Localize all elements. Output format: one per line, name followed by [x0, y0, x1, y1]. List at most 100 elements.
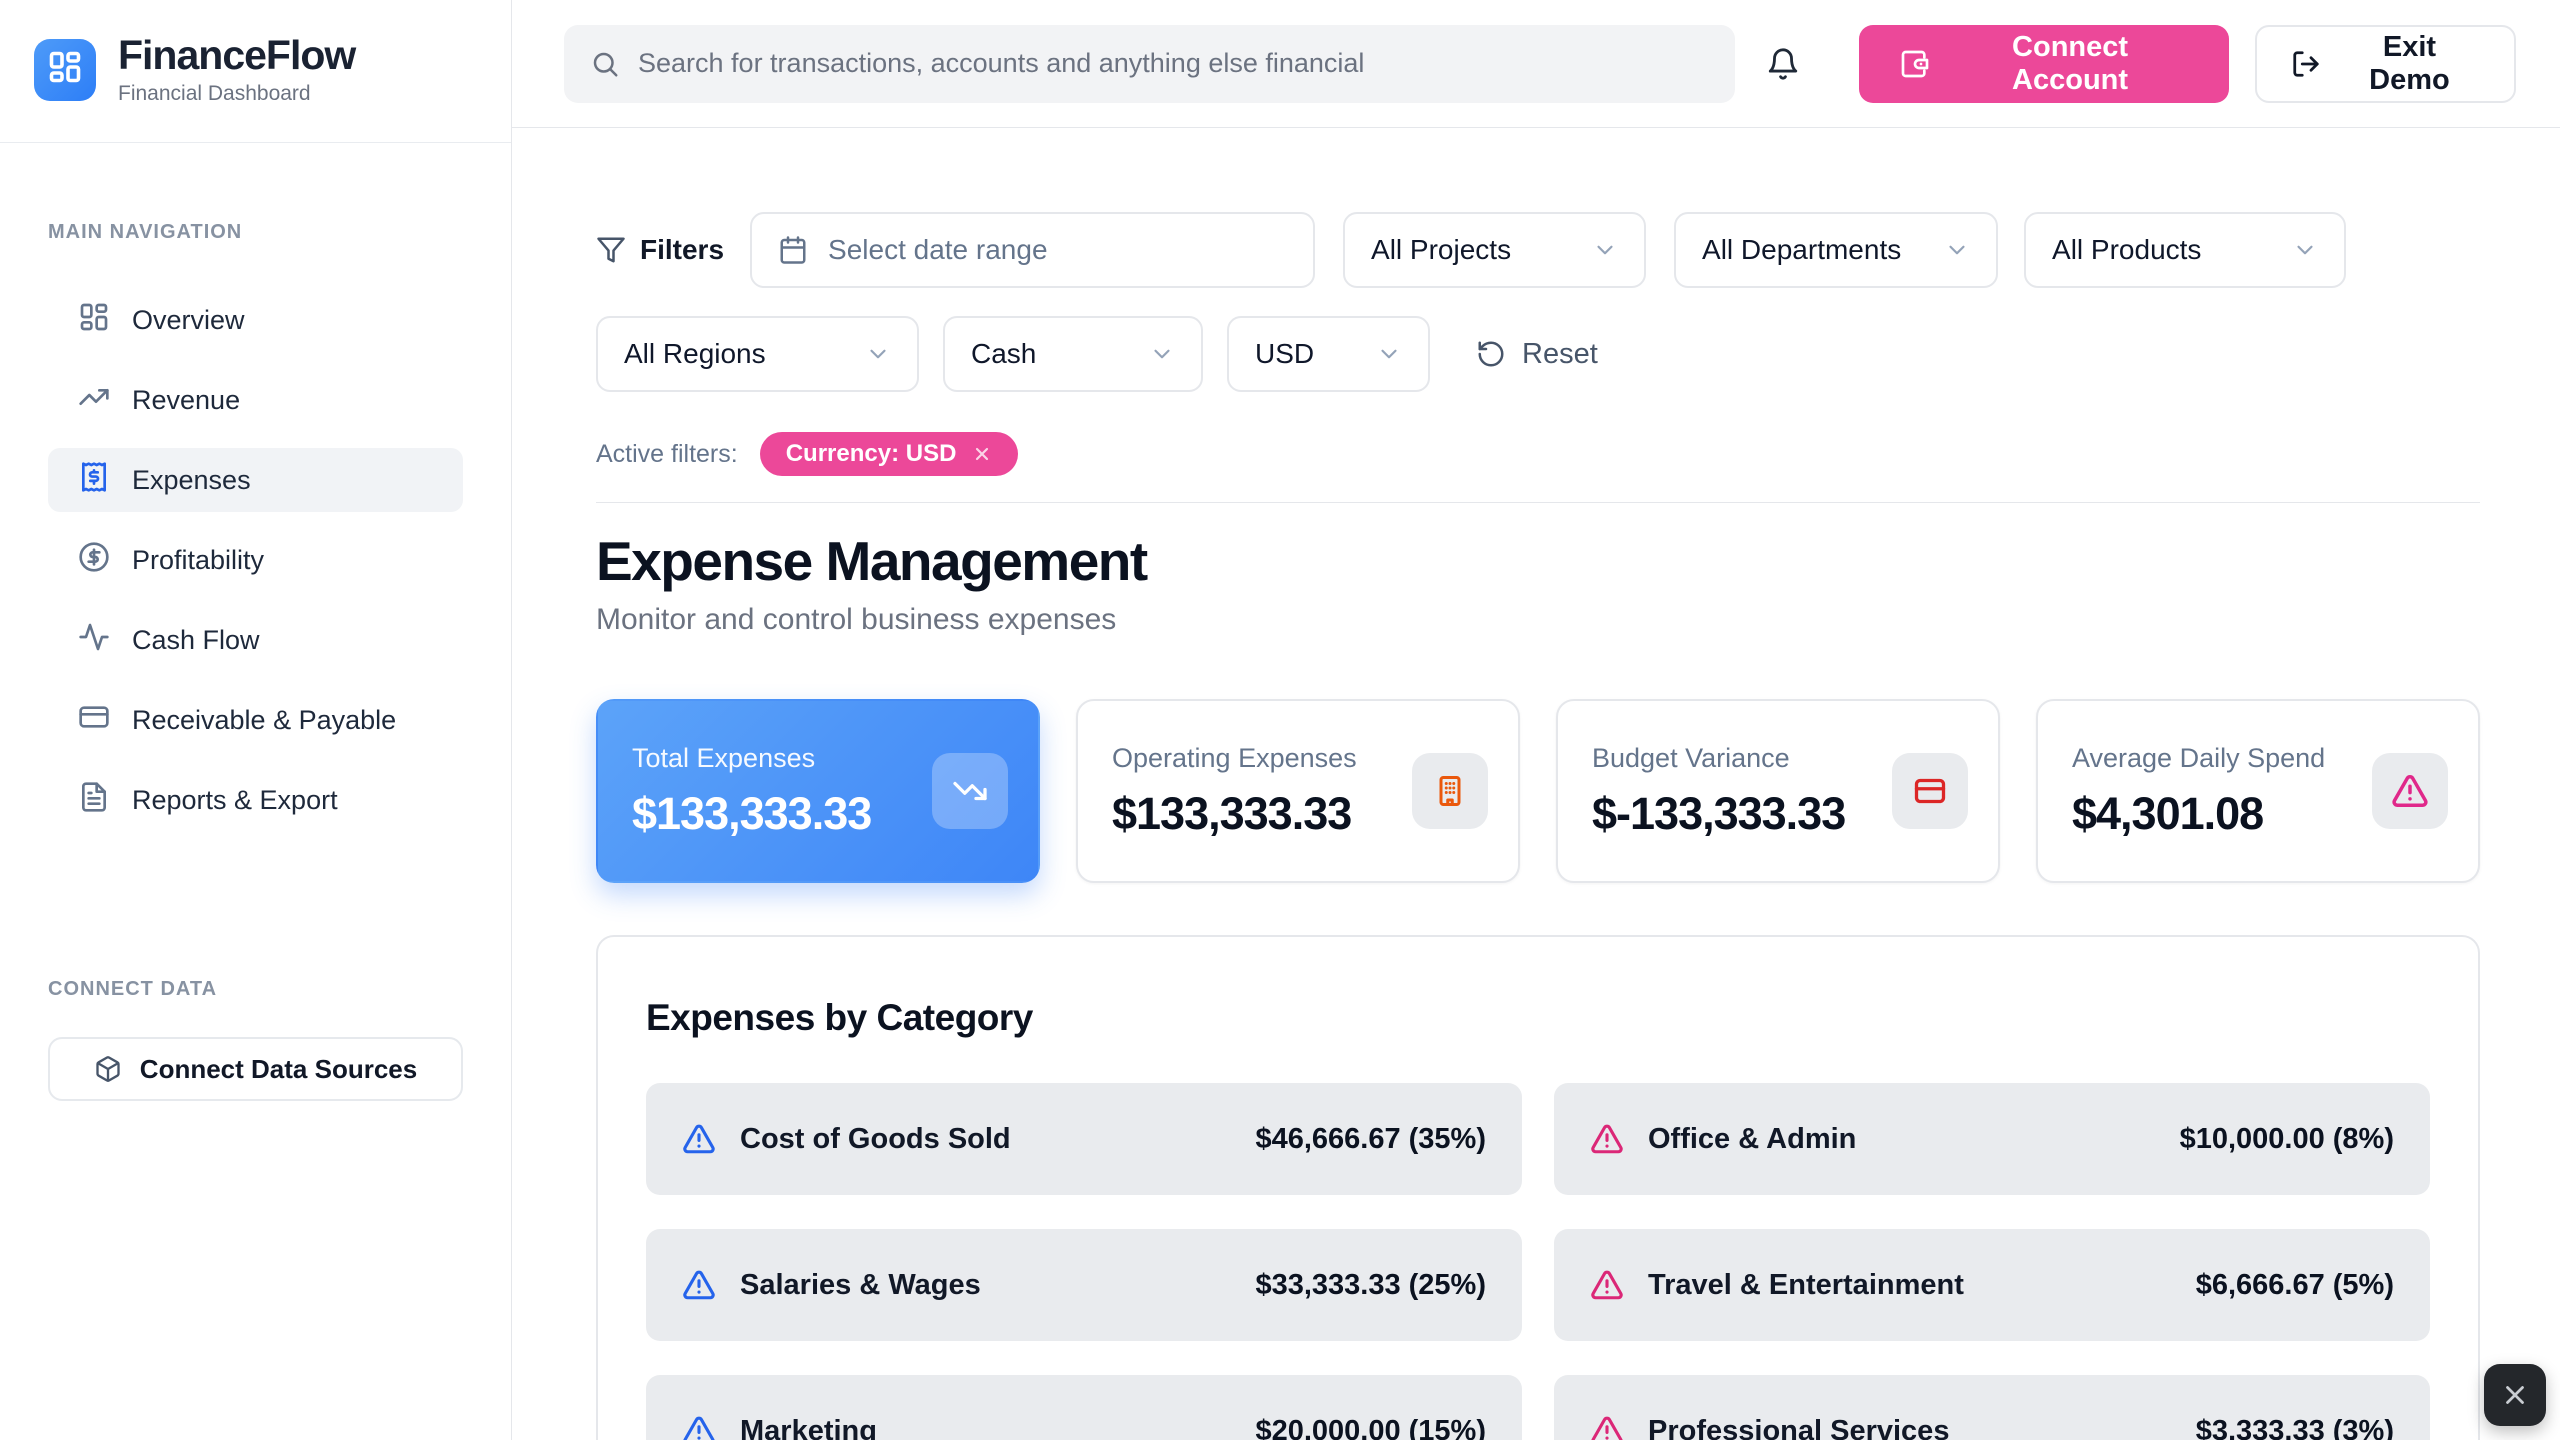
app-title: FinanceFlow — [118, 33, 355, 78]
connect-data-label: CONNECT DATA — [48, 978, 463, 1001]
category-row-marketing: Marketing $20,000.00 (15%) — [646, 1375, 1522, 1440]
sidebar-item-cash-flow[interactable]: Cash Flow — [48, 608, 463, 672]
category-value: $20,000.00 (15%) — [1255, 1415, 1486, 1440]
stat-icon-chip — [1892, 753, 1968, 829]
departments-select-value: All Departments — [1702, 234, 1901, 266]
filters-row-2: All Regions Cash USD Reset — [596, 316, 2480, 392]
app-window: FinanceFlow Financial Dashboard MAIN NAV… — [0, 0, 2560, 1440]
connect-data-section: CONNECT DATA Connect Data Sources — [48, 978, 463, 1101]
filters-label: Filters — [640, 234, 724, 266]
file-text-icon — [78, 781, 110, 820]
sidebar-item-overview[interactable]: Overview — [48, 288, 463, 352]
accounting-basis-value: Cash — [971, 338, 1036, 370]
search-icon — [590, 49, 620, 79]
chevron-down-icon — [1149, 341, 1175, 367]
chevron-down-icon — [1592, 237, 1618, 263]
departments-select[interactable]: All Departments — [1674, 212, 1998, 288]
layout-dashboard-icon — [47, 49, 83, 90]
stat-label: Total Expenses — [632, 743, 871, 774]
category-list: Cost of Goods Sold $46,666.67 (35%) Offi… — [646, 1083, 2430, 1440]
x-icon — [972, 444, 992, 464]
active-filters-label: Active filters: — [596, 440, 738, 469]
stat-value: $4,301.08 — [2072, 788, 2325, 840]
category-name: Office & Admin — [1648, 1123, 1856, 1156]
stat-value: $-133,333.33 — [1592, 788, 1845, 840]
sidebar-item-expenses[interactable]: Expenses — [48, 448, 463, 512]
currency-select[interactable]: USD — [1227, 316, 1430, 392]
stat-card-budget-variance[interactable]: Budget Variance $-133,333.33 — [1556, 699, 2000, 883]
products-select-value: All Products — [2052, 234, 2201, 266]
stat-icon-chip — [2372, 753, 2448, 829]
sidebar-item-reports-export[interactable]: Reports & Export — [48, 768, 463, 832]
currency-select-value: USD — [1255, 338, 1314, 370]
stat-card-operating-expenses[interactable]: Operating Expenses $133,333.33 — [1076, 699, 1520, 883]
search-input[interactable] — [638, 48, 1709, 79]
circle-dollar-icon — [78, 541, 110, 580]
expenses-by-category-panel: Expenses by Category Cost of Goods Sold … — [596, 935, 2480, 1440]
category-name: Marketing — [740, 1415, 877, 1440]
active-filter-chip: Currency: USD — [760, 432, 1019, 476]
category-value: $46,666.67 (35%) — [1255, 1123, 1486, 1156]
stat-value: $133,333.33 — [632, 788, 871, 840]
projects-select-value: All Projects — [1371, 234, 1511, 266]
exit-demo-button[interactable]: Exit Demo — [2255, 25, 2516, 103]
close-overlay-button[interactable] — [2484, 1364, 2546, 1426]
filters-row-1: Filters Select date range All Projects A… — [596, 212, 2480, 288]
projects-select[interactable]: All Projects — [1343, 212, 1646, 288]
trending-up-icon — [78, 381, 110, 420]
panel-title: Expenses by Category — [646, 997, 2430, 1039]
alert-triangle-icon — [1590, 1268, 1624, 1302]
date-range-input[interactable]: Select date range — [750, 212, 1315, 288]
page-title: Expense Management — [596, 529, 2480, 593]
category-value: $3,333.33 (3%) — [2196, 1415, 2394, 1440]
main-area: Connect Account Exit Demo Filters Select… — [512, 0, 2560, 1440]
app-tagline: Financial Dashboard — [118, 82, 355, 106]
chevron-down-icon — [1376, 341, 1402, 367]
connect-data-sources-button[interactable]: Connect Data Sources — [48, 1037, 463, 1101]
alert-triangle-icon — [2391, 772, 2429, 810]
reset-label: Reset — [1522, 338, 1598, 371]
activity-icon — [78, 621, 110, 660]
notifications-button[interactable] — [1759, 40, 1807, 88]
category-row-professional-services: Professional Services $3,333.33 (3%) — [1554, 1375, 2430, 1440]
sidebar-item-label: Revenue — [132, 385, 240, 416]
remove-filter-button[interactable] — [972, 444, 992, 464]
wallet-icon — [1899, 48, 1931, 80]
chevron-down-icon — [2292, 237, 2318, 263]
alert-triangle-icon — [1590, 1414, 1624, 1440]
x-icon — [2500, 1380, 2530, 1410]
main-navigation: Overview Revenue Expenses Profitability … — [48, 288, 463, 832]
category-value: $33,333.33 (25%) — [1255, 1269, 1486, 1302]
filters-title: Filters — [596, 234, 724, 266]
sidebar-item-receivable-payable[interactable]: Receivable & Payable — [48, 688, 463, 752]
sidebar-item-revenue[interactable]: Revenue — [48, 368, 463, 432]
section-divider — [596, 502, 2480, 503]
regions-select[interactable]: All Regions — [596, 316, 919, 392]
category-name: Travel & Entertainment — [1648, 1269, 1964, 1302]
category-value: $10,000.00 (8%) — [2180, 1123, 2394, 1156]
category-name: Professional Services — [1648, 1415, 1949, 1440]
reset-filters-button[interactable]: Reset — [1476, 338, 1598, 371]
category-value: $6,666.67 (5%) — [2196, 1269, 2394, 1302]
alert-triangle-icon — [1590, 1122, 1624, 1156]
connect-account-button[interactable]: Connect Account — [1859, 25, 2229, 103]
rotate-ccw-icon — [1476, 339, 1506, 369]
sidebar-item-label: Cash Flow — [132, 625, 260, 656]
sidebar-item-label: Receivable & Payable — [132, 705, 396, 736]
search-bar — [564, 25, 1735, 103]
calendar-icon — [778, 235, 808, 265]
stat-card-total-expenses[interactable]: Total Expenses $133,333.33 — [596, 699, 1040, 883]
exit-demo-label: Exit Demo — [2339, 31, 2480, 97]
date-range-placeholder: Select date range — [828, 234, 1048, 266]
category-row-office-admin: Office & Admin $10,000.00 (8%) — [1554, 1083, 2430, 1195]
connect-account-label: Connect Account — [1951, 31, 2189, 97]
stat-card-average-daily-spend[interactable]: Average Daily Spend $4,301.08 — [2036, 699, 2480, 883]
accounting-basis-select[interactable]: Cash — [943, 316, 1203, 392]
log-out-icon — [2291, 49, 2321, 79]
products-select[interactable]: All Products — [2024, 212, 2346, 288]
active-filter-chip-label: Currency: USD — [786, 440, 957, 468]
brand-text: FinanceFlow Financial Dashboard — [118, 33, 355, 106]
category-row-cost-of-goods-sold: Cost of Goods Sold $46,666.67 (35%) — [646, 1083, 1522, 1195]
credit-card-icon — [1912, 773, 1948, 809]
sidebar-item-profitability[interactable]: Profitability — [48, 528, 463, 592]
